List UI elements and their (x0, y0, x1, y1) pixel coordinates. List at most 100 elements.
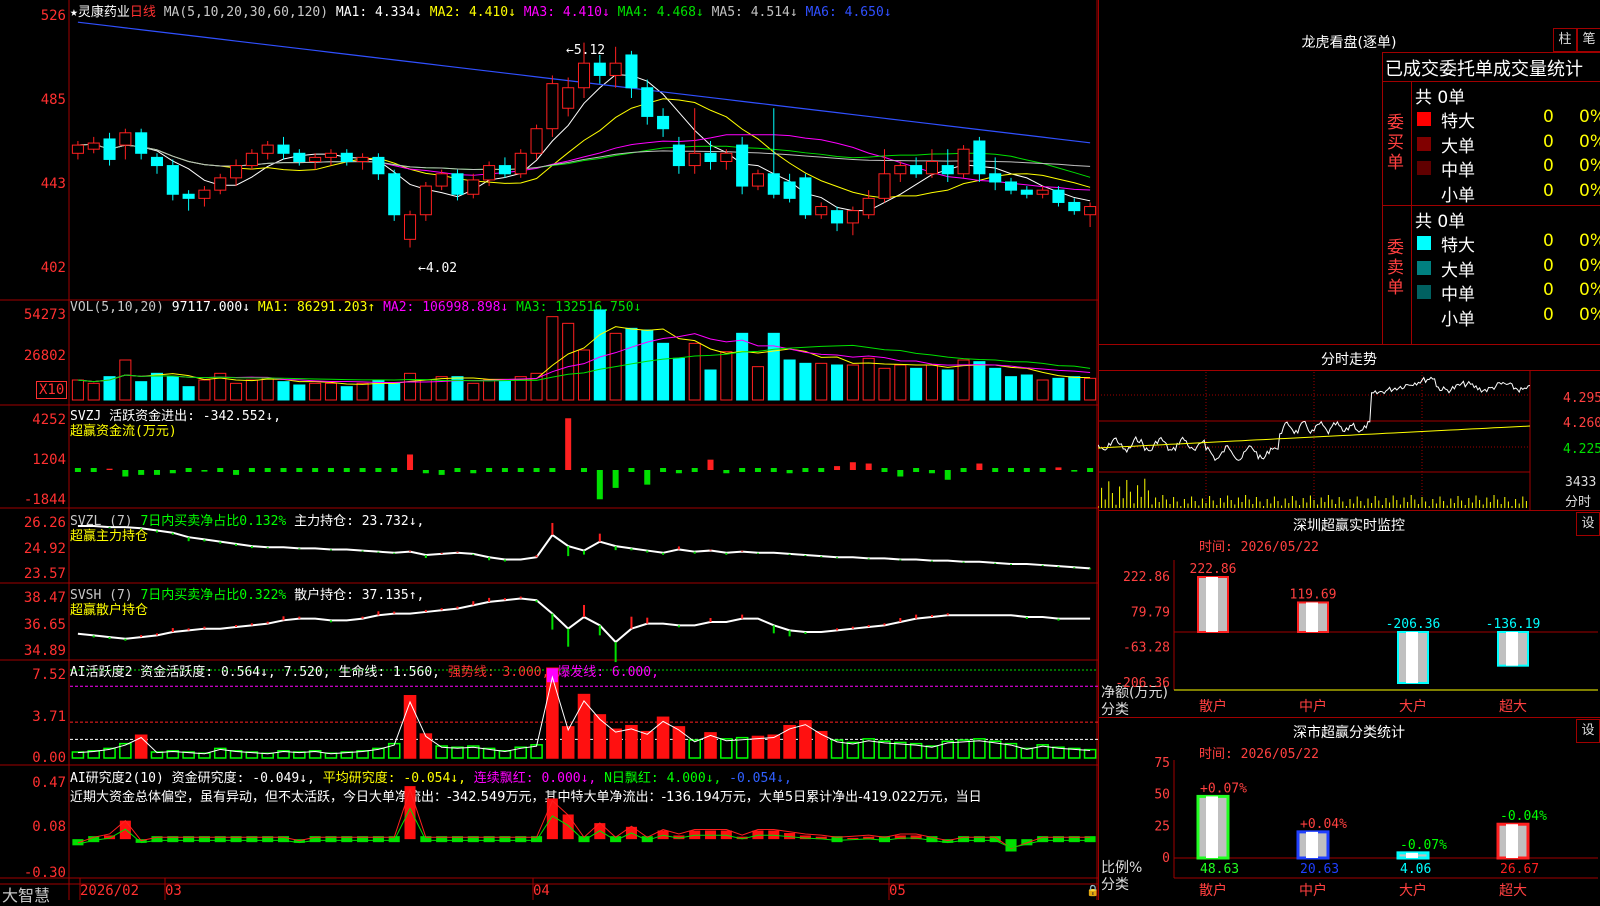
volume-bar (657, 342, 670, 401)
monitor-category: 散户 (1199, 698, 1227, 715)
volume-bar (403, 372, 417, 401)
right-charts-canvas: 222.86 79.79 -63.28 -206.36 222.86 散户 119.69 中户… (1098, 370, 1598, 899)
ai-active-bar (957, 739, 970, 759)
svzj-bar (280, 468, 287, 472)
candle (799, 177, 812, 216)
ai-active-bar (134, 734, 148, 759)
ai-active-bar (767, 734, 781, 759)
candle (356, 156, 369, 162)
svzj-bar (533, 468, 540, 472)
svzj-bar (1071, 470, 1078, 472)
candle (1052, 189, 1065, 203)
ai-active-bar (1083, 748, 1097, 759)
ai-active-bar (609, 728, 622, 759)
volume-bar (989, 367, 1002, 401)
candle (419, 185, 432, 216)
svzj-bar (1055, 467, 1062, 470)
ma-line-10 (77, 98, 1091, 199)
svzj-bar (422, 470, 429, 474)
volume-bar (704, 369, 717, 401)
candle (751, 173, 765, 187)
candle (910, 165, 923, 175)
ai-active-bar (577, 693, 591, 759)
volume-bar (562, 322, 575, 401)
svzj-bar (644, 470, 651, 485)
svzj-bar (1008, 468, 1015, 472)
classify-category: 超大 (1499, 883, 1527, 899)
volume-bar (767, 332, 780, 401)
ai-active-bar (419, 733, 433, 759)
svzj-bar (549, 468, 556, 472)
ai-active-bar (846, 741, 860, 759)
svzj-bar (106, 468, 113, 470)
candle (593, 62, 606, 76)
ai-active-bar (593, 714, 607, 759)
volume-bar (119, 359, 132, 401)
monitor-ytick: 222.86 (1123, 570, 1170, 585)
candle (483, 165, 496, 181)
ai-active-bar (561, 726, 575, 759)
candle (261, 144, 274, 154)
candle (846, 210, 859, 224)
monitor-bar-label: -136.19 (1486, 617, 1541, 632)
volume-bar (894, 364, 907, 401)
ai-active-bar (640, 730, 654, 759)
volume-bar (182, 386, 195, 401)
candle (467, 179, 480, 195)
volume-bar (831, 364, 844, 401)
volume-bar (862, 357, 875, 401)
svzj-bar (881, 468, 888, 472)
candle (941, 165, 954, 175)
monitor-bar-label: -206.36 (1386, 617, 1441, 632)
volume-bar (293, 384, 306, 401)
svzj-bar (897, 470, 904, 477)
ai-active-bar (71, 751, 85, 759)
svzj-bar (438, 470, 445, 475)
volume-bar (483, 379, 496, 401)
svzj-bar (74, 468, 81, 472)
candle (973, 140, 986, 175)
volume-bar (340, 386, 353, 401)
volume-bar (166, 376, 179, 401)
volume-bar (419, 379, 432, 401)
ai-active-bar (688, 739, 701, 759)
svzj-bar (217, 468, 224, 472)
candle (720, 152, 733, 162)
svzj-bar (786, 470, 793, 474)
candle (277, 144, 290, 154)
candle (498, 165, 511, 175)
svzj-bar (596, 470, 603, 500)
volume-bar (1020, 374, 1033, 401)
classify-change: -0.07% (1400, 838, 1447, 853)
candle (925, 160, 938, 175)
candle (293, 152, 306, 162)
volume-bar (498, 379, 511, 401)
svzj-bar (312, 468, 319, 472)
svzj-bar (185, 468, 192, 472)
monitor-category: 大户 (1399, 698, 1427, 715)
volume-bar (672, 357, 685, 401)
candle (1068, 201, 1081, 212)
svzj-bar (944, 470, 951, 480)
candle (783, 181, 796, 199)
volume-bar (87, 382, 100, 401)
candle (831, 210, 844, 224)
candle (562, 87, 575, 109)
volume-bar (846, 364, 859, 401)
classify-bar-shine (1206, 796, 1218, 858)
volume-bar (261, 377, 274, 401)
volume-bar (1052, 377, 1065, 401)
svzj-bar (233, 470, 240, 475)
ai-research-bar (562, 814, 574, 840)
volume-bar (245, 379, 258, 401)
volume-bar (736, 332, 749, 401)
ai-active-bar (878, 740, 891, 759)
volume-bar (577, 349, 591, 401)
chart-canvas[interactable] (0, 0, 1098, 900)
volume-bar (941, 369, 954, 401)
svzj-bar (691, 468, 698, 472)
svzj-bar (169, 470, 176, 474)
svzj-bar (470, 470, 477, 474)
svzj-bar (391, 468, 398, 472)
svzj-bar (486, 468, 493, 472)
